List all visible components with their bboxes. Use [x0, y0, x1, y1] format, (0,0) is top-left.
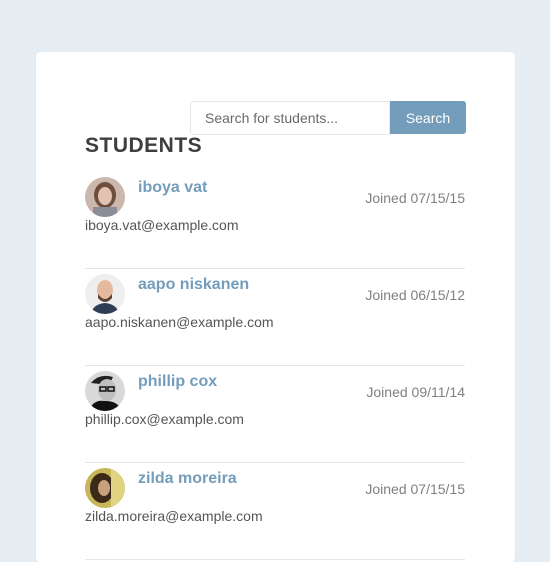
student-row: zilda moreira Joined 07/15/15 zilda.more… [85, 463, 465, 560]
woman-avatar-icon [85, 177, 125, 217]
bald-man-avatar-icon [85, 274, 125, 314]
student-list: iboya vat Joined 07/15/15 iboya.vat@exam… [85, 172, 465, 560]
search-input[interactable] [190, 101, 390, 135]
student-row: phillip cox Joined 09/11/14 phillip.cox@… [85, 366, 465, 463]
student-row: aapo niskanen Joined 06/15/12 aapo.niska… [85, 269, 465, 366]
student-name[interactable]: iboya vat [138, 179, 207, 197]
student-name[interactable]: zilda moreira [138, 470, 237, 488]
students-card: Search STUDENTS iboya vat Joined 07/15/1… [36, 52, 515, 562]
joined-date: Joined 07/15/15 [365, 190, 465, 206]
student-name[interactable]: phillip cox [138, 373, 217, 391]
page-title: STUDENTS [85, 134, 203, 157]
joined-date: Joined 07/15/15 [365, 481, 465, 497]
student-email: phillip.cox@example.com [85, 411, 244, 427]
joined-date: Joined 06/15/12 [365, 287, 465, 303]
student-email: iboya.vat@example.com [85, 217, 239, 233]
student-email: aapo.niskanen@example.com [85, 314, 274, 330]
search-bar: Search [190, 101, 466, 135]
joined-date: Joined 09/11/14 [366, 384, 465, 400]
student-email: zilda.moreira@example.com [85, 508, 263, 524]
student-row: iboya vat Joined 07/15/15 iboya.vat@exam… [85, 172, 465, 269]
search-button[interactable]: Search [390, 101, 466, 134]
man-glasses-avatar-icon [85, 371, 125, 411]
student-name[interactable]: aapo niskanen [138, 276, 249, 294]
woman-avatar-icon [85, 468, 125, 508]
